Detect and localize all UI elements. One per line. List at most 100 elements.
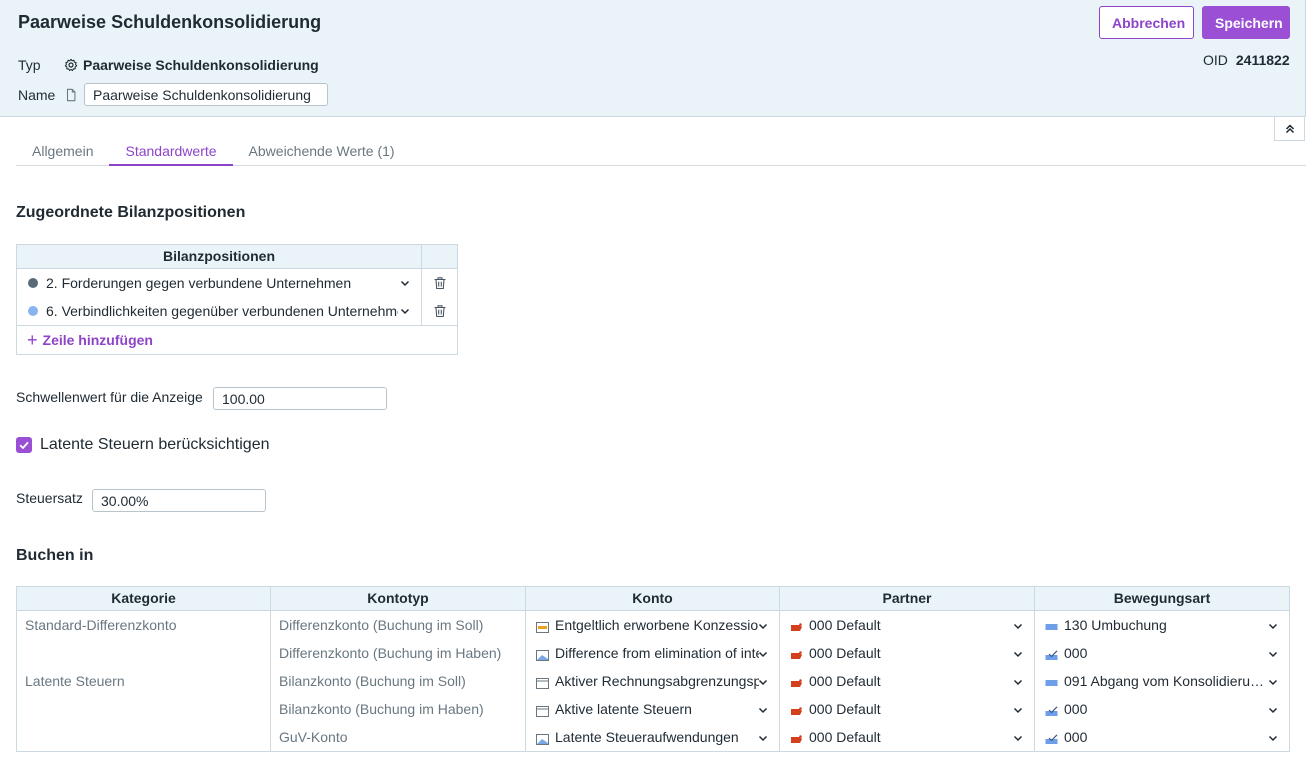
column-header-konto: Konto [526, 587, 780, 610]
kontotyp-cell: Differenzkonto (Buchung im Haben) [271, 639, 526, 667]
chevron-down-icon [758, 707, 768, 714]
name-label: Name [18, 86, 56, 103]
column-header-kontotyp: Kontotyp [271, 587, 526, 610]
tab-standardwerte[interactable]: Standardwerte [109, 139, 233, 166]
bewegungsart-value: 000 [1064, 701, 1088, 717]
blue-check-icon [1045, 648, 1058, 660]
partner-flag-icon [790, 704, 803, 715]
tab-allgemein[interactable]: Allgemein [16, 139, 109, 166]
chevron-down-icon [1268, 735, 1278, 742]
kontotyp-cell: Bilanzkonto (Buchung im Haben) [271, 695, 526, 723]
chevron-down-icon [758, 679, 768, 686]
add-row-button[interactable]: + Zeile hinzufügen [17, 325, 457, 354]
konto-value: Aktiver Rechnungsabgrenzungsposten [555, 673, 759, 689]
bewegungsart-select[interactable]: 091 Abgang vom Konsolidieru… [1035, 667, 1289, 695]
bilanz-position-label: 2. Forderungen gegen verbundene Unterneh… [46, 275, 352, 291]
name-row: Name [18, 83, 328, 106]
delete-row-button[interactable] [422, 269, 457, 297]
cancel-button[interactable]: Abbrechen [1099, 6, 1194, 39]
kategorie-cell [17, 723, 271, 751]
double-chevron-up-icon [1285, 123, 1294, 133]
column-header-bilanzpositionen: Bilanzpositionen [17, 245, 422, 268]
table-row: Differenzkonto (Buchung im Haben) Differ… [17, 639, 1289, 667]
table-row: Standard-Differenzkonto Differenzkonto (… [17, 611, 1289, 639]
collapse-header-button[interactable] [1274, 117, 1305, 141]
chevron-down-icon [758, 623, 768, 630]
konto-select[interactable]: Latente Steueraufwendungen [526, 723, 780, 751]
buchen-table: Kategorie Kontotyp Konto Partner Bewegun… [16, 586, 1290, 752]
oid-label: OID [1203, 52, 1228, 68]
konto-select[interactable]: Difference from elimination of intercomp… [526, 639, 780, 667]
oid: OID 2411822 [1203, 52, 1290, 68]
konto-select[interactable]: Entgeltlich erworbene Konzessionen [526, 611, 780, 639]
chevron-down-icon [400, 280, 410, 287]
partner-value: 000 Default [809, 617, 881, 633]
gear-icon [64, 58, 78, 72]
bewegungsart-select[interactable]: 000 [1035, 723, 1289, 751]
oid-value: 2411822 [1235, 52, 1290, 68]
balance-account-icon [536, 704, 549, 717]
checkbox-checked[interactable] [16, 437, 32, 453]
table-row: 2. Forderungen gegen verbundene Unterneh… [17, 269, 457, 297]
bewegungsart-select[interactable]: 000 [1035, 639, 1289, 667]
buchen-section-title: Buchen in [16, 547, 94, 564]
konto-select[interactable]: Aktive latente Steuern [526, 695, 780, 723]
chevron-down-icon [758, 651, 768, 658]
bilanz-select[interactable]: 2. Forderungen gegen verbundene Unterneh… [17, 269, 422, 297]
save-button[interactable]: Speichern [1202, 6, 1290, 39]
kategorie-cell [17, 695, 271, 723]
tax-rate-label: Steuersatz [16, 490, 83, 506]
check-icon [19, 441, 29, 450]
balance-account-icon [536, 676, 549, 689]
partner-select[interactable]: 000 Default [780, 667, 1035, 695]
chevron-down-icon [400, 308, 410, 315]
partner-value: 000 Default [809, 729, 881, 745]
detail-header: Paarweise Schuldenkonsolidierung Typ Paa… [0, 0, 1306, 117]
buchen-table-header: Kategorie Kontotyp Konto Partner Bewegun… [17, 587, 1289, 611]
bilanz-position-label: 6. Verbindlichkeiten gegenüber verbunden… [46, 303, 398, 319]
chevron-down-icon [1268, 707, 1278, 714]
table-row: 6. Verbindlichkeiten gegenüber verbunden… [17, 297, 457, 325]
table-row: Bilanzkonto (Buchung im Haben) Aktive la… [17, 695, 1289, 723]
status-dot [28, 306, 38, 316]
partner-value: 000 Default [809, 701, 881, 717]
bewegungsart-select[interactable]: 000 [1035, 695, 1289, 723]
konto-value: Entgeltlich erworbene Konzessionen [555, 617, 759, 633]
status-dot [28, 278, 38, 288]
chevron-down-icon [1013, 623, 1023, 630]
tab-bar: Allgemein Standardwerte Abweichende Wert… [16, 139, 1306, 166]
bilanz-select[interactable]: 6. Verbindlichkeiten gegenüber verbunden… [17, 297, 422, 325]
partner-select[interactable]: 000 Default [780, 639, 1035, 667]
delete-row-button[interactable] [422, 297, 457, 325]
chevron-down-icon [1268, 651, 1278, 658]
latent-taxes-checkbox-row[interactable]: Latente Steuern berücksichtigen [16, 436, 269, 454]
document-icon [66, 88, 76, 101]
partner-select[interactable]: 000 Default [780, 611, 1035, 639]
partner-flag-icon [790, 732, 803, 743]
partner-value: 000 Default [809, 645, 881, 661]
tab-abweichende-werte[interactable]: Abweichende Werte (1) [233, 139, 411, 166]
chevron-down-icon [1268, 679, 1278, 686]
bewegungsart-value: 000 [1064, 645, 1088, 661]
kategorie-cell: Standard-Differenzkonto [17, 611, 271, 639]
konto-value: Difference from elimination of intercomp… [555, 645, 759, 661]
partner-select[interactable]: 000 Default [780, 723, 1035, 751]
partner-select[interactable]: 000 Default [780, 695, 1035, 723]
table-row: Latente Steuern Bilanzkonto (Buchung im … [17, 667, 1289, 695]
bilanz-table-header: Bilanzpositionen [17, 245, 457, 269]
blue-check-icon [1045, 732, 1058, 744]
pl-account-icon [536, 732, 549, 745]
column-header-bewegungsart: Bewegungsart [1113, 590, 1211, 606]
kategorie-cell: Latente Steuern [17, 667, 271, 695]
bewegungsart-select[interactable]: 130 Umbuchung [1035, 611, 1289, 639]
threshold-input[interactable] [213, 387, 387, 410]
chevron-down-icon [1013, 651, 1023, 658]
column-header-kategorie: Kategorie [17, 587, 271, 610]
column-header-partner: Partner [780, 587, 1035, 610]
orange-account-icon [536, 620, 549, 633]
konto-select[interactable]: Aktiver Rechnungsabgrenzungsposten [526, 667, 780, 695]
bewegungsart-value: 091 Abgang vom Konsolidieru… [1064, 673, 1265, 689]
typ-value: Paarweise Schuldenkonsolidierung [83, 57, 319, 73]
name-input[interactable] [84, 83, 328, 106]
tax-rate-input[interactable] [92, 489, 266, 512]
